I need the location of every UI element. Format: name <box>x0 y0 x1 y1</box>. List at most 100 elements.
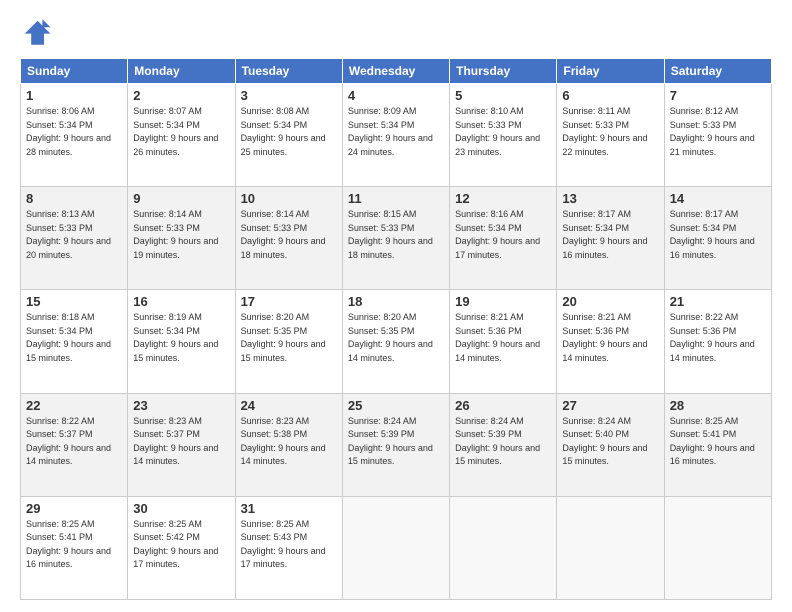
day-number: 9 <box>133 191 229 206</box>
day-info: Sunrise: 8:23 AMSunset: 5:38 PMDaylight:… <box>241 416 326 467</box>
day-info: Sunrise: 8:21 AMSunset: 5:36 PMDaylight:… <box>455 312 540 363</box>
table-row: 3 Sunrise: 8:08 AMSunset: 5:34 PMDayligh… <box>235 84 342 187</box>
col-tuesday: Tuesday <box>235 59 342 84</box>
table-row: 22 Sunrise: 8:22 AMSunset: 5:37 PMDaylig… <box>21 393 128 496</box>
table-row: 10 Sunrise: 8:14 AMSunset: 5:33 PMDaylig… <box>235 187 342 290</box>
day-info: Sunrise: 8:20 AMSunset: 5:35 PMDaylight:… <box>348 312 433 363</box>
table-row: 1 Sunrise: 8:06 AMSunset: 5:34 PMDayligh… <box>21 84 128 187</box>
day-number: 31 <box>241 501 337 516</box>
day-number: 19 <box>455 294 551 309</box>
day-number: 18 <box>348 294 444 309</box>
col-friday: Friday <box>557 59 664 84</box>
logo <box>20 16 56 48</box>
table-row: 30 Sunrise: 8:25 AMSunset: 5:42 PMDaylig… <box>128 496 235 599</box>
day-info: Sunrise: 8:06 AMSunset: 5:34 PMDaylight:… <box>26 106 111 157</box>
day-number: 21 <box>670 294 766 309</box>
day-number: 10 <box>241 191 337 206</box>
calendar-week-2: 8 Sunrise: 8:13 AMSunset: 5:33 PMDayligh… <box>21 187 772 290</box>
day-info: Sunrise: 8:17 AMSunset: 5:34 PMDaylight:… <box>562 209 647 260</box>
calendar-header-row: Sunday Monday Tuesday Wednesday Thursday… <box>21 59 772 84</box>
day-info: Sunrise: 8:10 AMSunset: 5:33 PMDaylight:… <box>455 106 540 157</box>
day-info: Sunrise: 8:15 AMSunset: 5:33 PMDaylight:… <box>348 209 433 260</box>
day-number: 14 <box>670 191 766 206</box>
day-number: 4 <box>348 88 444 103</box>
day-number: 29 <box>26 501 122 516</box>
table-row: 8 Sunrise: 8:13 AMSunset: 5:33 PMDayligh… <box>21 187 128 290</box>
table-row: 11 Sunrise: 8:15 AMSunset: 5:33 PMDaylig… <box>342 187 449 290</box>
table-row: 23 Sunrise: 8:23 AMSunset: 5:37 PMDaylig… <box>128 393 235 496</box>
day-info: Sunrise: 8:22 AMSunset: 5:36 PMDaylight:… <box>670 312 755 363</box>
col-monday: Monday <box>128 59 235 84</box>
table-row: 31 Sunrise: 8:25 AMSunset: 5:43 PMDaylig… <box>235 496 342 599</box>
col-wednesday: Wednesday <box>342 59 449 84</box>
day-number: 3 <box>241 88 337 103</box>
header <box>20 16 772 48</box>
table-row: 9 Sunrise: 8:14 AMSunset: 5:33 PMDayligh… <box>128 187 235 290</box>
table-row: 25 Sunrise: 8:24 AMSunset: 5:39 PMDaylig… <box>342 393 449 496</box>
page: Sunday Monday Tuesday Wednesday Thursday… <box>0 0 792 612</box>
table-row: 2 Sunrise: 8:07 AMSunset: 5:34 PMDayligh… <box>128 84 235 187</box>
day-info: Sunrise: 8:24 AMSunset: 5:40 PMDaylight:… <box>562 416 647 467</box>
day-number: 25 <box>348 398 444 413</box>
day-info: Sunrise: 8:25 AMSunset: 5:41 PMDaylight:… <box>670 416 755 467</box>
day-number: 20 <box>562 294 658 309</box>
day-number: 16 <box>133 294 229 309</box>
day-info: Sunrise: 8:21 AMSunset: 5:36 PMDaylight:… <box>562 312 647 363</box>
day-number: 30 <box>133 501 229 516</box>
calendar-week-4: 22 Sunrise: 8:22 AMSunset: 5:37 PMDaylig… <box>21 393 772 496</box>
day-number: 7 <box>670 88 766 103</box>
table-row: 5 Sunrise: 8:10 AMSunset: 5:33 PMDayligh… <box>450 84 557 187</box>
calendar-week-5: 29 Sunrise: 8:25 AMSunset: 5:41 PMDaylig… <box>21 496 772 599</box>
day-number: 24 <box>241 398 337 413</box>
table-row: 18 Sunrise: 8:20 AMSunset: 5:35 PMDaylig… <box>342 290 449 393</box>
table-row <box>664 496 771 599</box>
day-info: Sunrise: 8:07 AMSunset: 5:34 PMDaylight:… <box>133 106 218 157</box>
calendar-week-3: 15 Sunrise: 8:18 AMSunset: 5:34 PMDaylig… <box>21 290 772 393</box>
day-info: Sunrise: 8:25 AMSunset: 5:41 PMDaylight:… <box>26 519 111 570</box>
table-row <box>450 496 557 599</box>
day-info: Sunrise: 8:19 AMSunset: 5:34 PMDaylight:… <box>133 312 218 363</box>
day-number: 28 <box>670 398 766 413</box>
day-number: 15 <box>26 294 122 309</box>
table-row: 16 Sunrise: 8:19 AMSunset: 5:34 PMDaylig… <box>128 290 235 393</box>
day-info: Sunrise: 8:14 AMSunset: 5:33 PMDaylight:… <box>133 209 218 260</box>
day-info: Sunrise: 8:24 AMSunset: 5:39 PMDaylight:… <box>348 416 433 467</box>
day-number: 5 <box>455 88 551 103</box>
day-info: Sunrise: 8:12 AMSunset: 5:33 PMDaylight:… <box>670 106 755 157</box>
table-row: 17 Sunrise: 8:20 AMSunset: 5:35 PMDaylig… <box>235 290 342 393</box>
day-info: Sunrise: 8:18 AMSunset: 5:34 PMDaylight:… <box>26 312 111 363</box>
day-info: Sunrise: 8:20 AMSunset: 5:35 PMDaylight:… <box>241 312 326 363</box>
day-number: 26 <box>455 398 551 413</box>
day-number: 23 <box>133 398 229 413</box>
table-row: 19 Sunrise: 8:21 AMSunset: 5:36 PMDaylig… <box>450 290 557 393</box>
table-row <box>557 496 664 599</box>
day-number: 1 <box>26 88 122 103</box>
table-row: 28 Sunrise: 8:25 AMSunset: 5:41 PMDaylig… <box>664 393 771 496</box>
table-row: 20 Sunrise: 8:21 AMSunset: 5:36 PMDaylig… <box>557 290 664 393</box>
table-row: 15 Sunrise: 8:18 AMSunset: 5:34 PMDaylig… <box>21 290 128 393</box>
day-number: 22 <box>26 398 122 413</box>
day-info: Sunrise: 8:08 AMSunset: 5:34 PMDaylight:… <box>241 106 326 157</box>
day-info: Sunrise: 8:24 AMSunset: 5:39 PMDaylight:… <box>455 416 540 467</box>
table-row: 13 Sunrise: 8:17 AMSunset: 5:34 PMDaylig… <box>557 187 664 290</box>
table-row: 12 Sunrise: 8:16 AMSunset: 5:34 PMDaylig… <box>450 187 557 290</box>
col-sunday: Sunday <box>21 59 128 84</box>
day-number: 17 <box>241 294 337 309</box>
generalblue-icon <box>20 16 52 48</box>
col-thursday: Thursday <box>450 59 557 84</box>
calendar-table: Sunday Monday Tuesday Wednesday Thursday… <box>20 58 772 600</box>
table-row: 7 Sunrise: 8:12 AMSunset: 5:33 PMDayligh… <box>664 84 771 187</box>
day-info: Sunrise: 8:17 AMSunset: 5:34 PMDaylight:… <box>670 209 755 260</box>
table-row: 27 Sunrise: 8:24 AMSunset: 5:40 PMDaylig… <box>557 393 664 496</box>
day-number: 13 <box>562 191 658 206</box>
day-info: Sunrise: 8:23 AMSunset: 5:37 PMDaylight:… <box>133 416 218 467</box>
day-number: 2 <box>133 88 229 103</box>
day-number: 12 <box>455 191 551 206</box>
col-saturday: Saturday <box>664 59 771 84</box>
day-info: Sunrise: 8:13 AMSunset: 5:33 PMDaylight:… <box>26 209 111 260</box>
day-info: Sunrise: 8:16 AMSunset: 5:34 PMDaylight:… <box>455 209 540 260</box>
day-info: Sunrise: 8:25 AMSunset: 5:43 PMDaylight:… <box>241 519 326 570</box>
table-row: 29 Sunrise: 8:25 AMSunset: 5:41 PMDaylig… <box>21 496 128 599</box>
day-number: 11 <box>348 191 444 206</box>
table-row: 26 Sunrise: 8:24 AMSunset: 5:39 PMDaylig… <box>450 393 557 496</box>
